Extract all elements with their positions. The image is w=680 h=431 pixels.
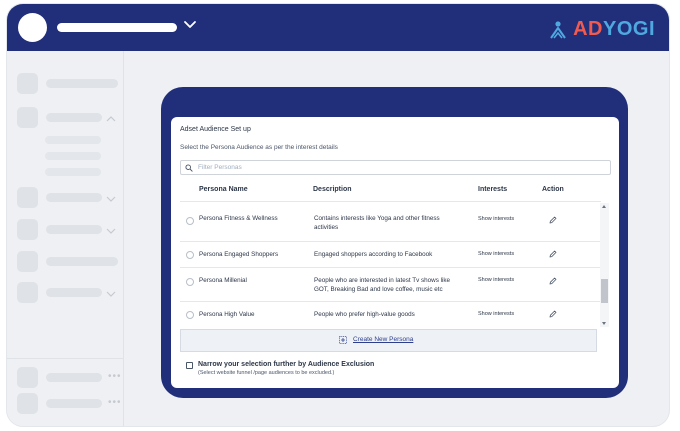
- column-header-description[interactable]: Description: [313, 186, 352, 193]
- pencil-icon[interactable]: [549, 277, 557, 285]
- persona-description: Engaged shoppers according to Facebook: [314, 251, 433, 258]
- sidebar-item[interactable]: [17, 219, 102, 240]
- persona-name: Persona Fitness & Wellness: [199, 215, 278, 222]
- column-header-interests[interactable]: Interests: [478, 186, 507, 193]
- sidebar-subitem[interactable]: [45, 152, 101, 160]
- search-box[interactable]: [180, 160, 611, 175]
- more-icon[interactable]: •••: [108, 397, 122, 408]
- adyogi-mark-icon: [550, 20, 566, 39]
- sidebar-footer-item[interactable]: [17, 393, 102, 414]
- pencil-icon[interactable]: [549, 310, 557, 318]
- sidebar-divider: [7, 358, 123, 359]
- table-row: Persona Engaged Shoppers Engaged shopper…: [180, 242, 601, 268]
- table-row: Persona Fitness & Wellness Contains inte…: [180, 203, 601, 242]
- sidebar: ••• •••: [7, 51, 124, 426]
- sidebar-subitem[interactable]: [45, 136, 101, 144]
- sidebar-footer-item[interactable]: [17, 367, 102, 388]
- scrollbar-thumb[interactable]: [601, 279, 608, 303]
- search-input[interactable]: [198, 162, 598, 173]
- top-bar: ADYOGI: [7, 4, 669, 51]
- show-interests-link[interactable]: Show interests: [478, 250, 514, 259]
- brand-name: ADYOGI: [573, 18, 655, 40]
- chevron-down-icon[interactable]: [106, 227, 116, 235]
- show-interests-link[interactable]: Show interests: [478, 276, 514, 285]
- sidebar-item[interactable]: [17, 187, 102, 208]
- account-name-placeholder: [57, 23, 177, 32]
- table-row: Persona High Value People who prefer hig…: [180, 302, 601, 326]
- table-row: Persona Millenial People who are interes…: [180, 268, 601, 302]
- sidebar-item[interactable]: [17, 282, 102, 303]
- table-scrollbar[interactable]: [600, 203, 609, 327]
- persona-description: People who are interested in latest Tv s…: [314, 277, 451, 293]
- pencil-icon[interactable]: [549, 216, 557, 224]
- chevron-down-icon[interactable]: [106, 290, 116, 298]
- sidebar-item[interactable]: [17, 73, 118, 94]
- chevron-down-icon[interactable]: [182, 17, 198, 33]
- exclusion-label[interactable]: Narrow your selection further by Audienc…: [198, 361, 374, 368]
- panel-title: Adset Audience Set up: [180, 126, 251, 133]
- row-radio[interactable]: [186, 217, 194, 225]
- scroll-down-icon[interactable]: [602, 322, 606, 325]
- column-header-action[interactable]: Action: [542, 186, 564, 193]
- row-radio[interactable]: [186, 278, 194, 286]
- search-icon: [185, 164, 193, 172]
- persona-description: People who prefer high-value goods: [314, 311, 415, 318]
- audience-setup-panel: Adset Audience Set up Select the Persona…: [171, 117, 619, 388]
- row-radio[interactable]: [186, 251, 194, 259]
- exclusion-note: (Select website funnel /page audiences t…: [198, 370, 335, 376]
- create-new-persona-button[interactable]: Create New Persona: [180, 329, 597, 352]
- brand-logo: ADYOGI: [548, 18, 655, 41]
- persona-description: Contains interests like Yoga and other f…: [314, 215, 440, 231]
- scroll-up-icon[interactable]: [602, 205, 606, 208]
- persona-name: Persona High Value: [199, 311, 255, 318]
- column-header-persona-name[interactable]: Persona Name: [199, 186, 248, 193]
- header-divider: [180, 201, 601, 202]
- persona-name: Persona Engaged Shoppers: [199, 251, 279, 258]
- show-interests-link[interactable]: Show interests: [478, 310, 514, 319]
- pencil-icon[interactable]: [549, 250, 557, 258]
- add-box-icon: [339, 336, 347, 344]
- sidebar-subitem[interactable]: [45, 168, 101, 176]
- exclusion-checkbox[interactable]: [186, 362, 193, 369]
- show-interests-link[interactable]: Show interests: [478, 215, 514, 224]
- create-new-persona-label[interactable]: Create New Persona: [353, 336, 413, 343]
- sidebar-item[interactable]: [17, 251, 118, 272]
- chevron-up-icon[interactable]: [106, 115, 116, 123]
- avatar[interactable]: [18, 13, 47, 42]
- panel-subtitle: Select the Persona Audience as per the i…: [180, 144, 338, 151]
- persona-name: Persona Millenial: [199, 277, 247, 284]
- chevron-down-icon[interactable]: [106, 195, 116, 203]
- sidebar-item-expanded[interactable]: [17, 107, 102, 128]
- more-icon[interactable]: •••: [108, 371, 122, 382]
- row-radio[interactable]: [186, 311, 194, 319]
